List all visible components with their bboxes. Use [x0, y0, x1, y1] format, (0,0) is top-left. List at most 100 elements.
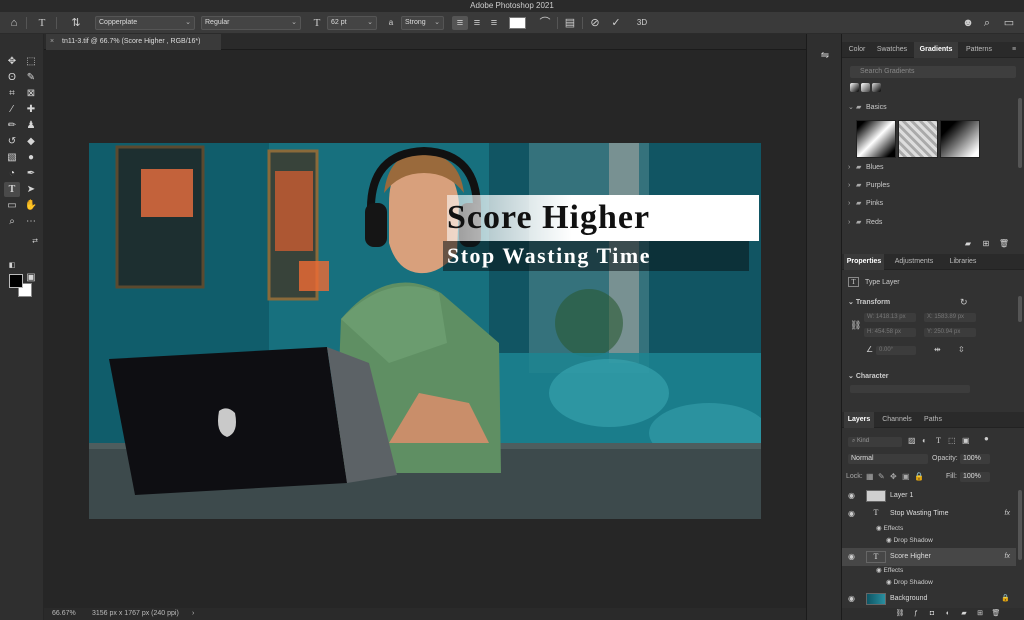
dodge-tool-icon[interactable]: ◔	[4, 166, 20, 181]
layer-row-stop-wasting-time[interactable]: ◉ T Stop Wasting Time fx	[842, 505, 1016, 523]
lasso-tool-icon[interactable]: ʘ	[4, 70, 20, 85]
tab-gradients[interactable]: Gradients	[914, 42, 958, 58]
gradient-swatch[interactable]	[856, 120, 896, 158]
properties-scrollbar[interactable]	[1018, 296, 1022, 322]
quick-select-tool-icon[interactable]: ✎	[23, 70, 39, 85]
brush-tool-icon[interactable]: ✏	[4, 118, 20, 133]
flip-vertical-icon[interactable]: ⇳	[958, 345, 965, 354]
flip-horizontal-icon[interactable]: ⇹	[934, 345, 941, 354]
subline-text[interactable]: Stop Wasting Time	[447, 243, 747, 269]
marquee-tool-icon[interactable]: ⬚	[23, 54, 39, 69]
gradient-swatch[interactable]	[898, 120, 938, 158]
filter-toggle-icon[interactable]: ●	[984, 434, 989, 443]
commit-check-icon[interactable]: ✓	[608, 16, 624, 30]
zoom-tool-icon[interactable]: ⌕	[4, 214, 20, 229]
gradient-preview-icon[interactable]	[850, 83, 859, 92]
delete-layer-icon[interactable]: 🗑	[988, 606, 1004, 620]
effect-drop-shadow[interactable]: ◉ Drop Shadow	[886, 536, 933, 544]
align-right-icon[interactable]: ≡	[486, 16, 502, 30]
pen-tool-icon[interactable]: ✒	[23, 166, 39, 181]
canvas-area[interactable]: Score Higher Stop Wasting Time	[44, 50, 806, 608]
font-family-dropdown[interactable]: Copperplate ⌄	[95, 16, 195, 30]
document-info[interactable]: 3156 px x 1767 px (240 ppi)	[92, 608, 179, 620]
gradient-group-blues[interactable]: › ▰ Blues	[842, 161, 1024, 175]
blend-mode-dropdown[interactable]: Normal	[848, 454, 928, 464]
character-panel-icon[interactable]: ▤	[562, 16, 578, 30]
stamp-tool-icon[interactable]: ♟	[23, 118, 39, 133]
search-icon[interactable]: ⌕	[979, 16, 995, 30]
gradient-preview-icon[interactable]	[861, 83, 870, 92]
blur-tool-icon[interactable]: ●	[23, 150, 39, 165]
lock-transparency-icon[interactable]: ▦	[866, 472, 874, 481]
tab-color[interactable]: Color	[844, 42, 870, 58]
effect-drop-shadow[interactable]: ◉ Drop Shadow	[886, 578, 933, 586]
layer-filter-dropdown[interactable]: ⌕ Kind	[848, 437, 902, 447]
move-tool-icon[interactable]: ✥	[4, 54, 20, 69]
new-layer-icon[interactable]: ⊞	[972, 606, 988, 620]
height-field[interactable]: H: 454.58 px	[864, 328, 916, 337]
new-group-icon[interactable]: ▰	[956, 606, 972, 620]
layer-effects-icon[interactable]: fx	[1005, 505, 1010, 523]
crop-tool-icon[interactable]: ⌗	[4, 86, 20, 101]
lock-artboard-icon[interactable]: ▣	[902, 472, 910, 481]
eyedropper-tool-icon[interactable]: ⁄	[4, 102, 20, 117]
character-font-field[interactable]	[850, 385, 970, 393]
cancel-icon[interactable]: ⊘	[587, 16, 603, 30]
type-tool-icon[interactable]: T	[4, 182, 20, 197]
rectangle-tool-icon[interactable]: ▭	[4, 198, 20, 213]
gradient-group-reds[interactable]: › ▰ Reds	[842, 216, 1024, 230]
filter-pixel-icon[interactable]: ▨	[908, 436, 916, 445]
chevron-right-icon[interactable]: ›	[192, 608, 194, 620]
align-left-icon[interactable]: ≡	[452, 16, 468, 30]
tab-patterns[interactable]: Patterns	[960, 42, 998, 58]
filter-type-icon[interactable]: T	[936, 436, 941, 445]
character-section[interactable]: ⌄ Character	[848, 372, 889, 380]
text-orientation-icon[interactable]: ⇅	[68, 16, 84, 30]
angle-field[interactable]: 0.00°	[876, 346, 916, 355]
fill-field[interactable]: 100%	[960, 472, 990, 482]
visibility-eye-icon[interactable]: ◉	[848, 590, 855, 608]
add-style-icon[interactable]: ƒ	[908, 606, 924, 620]
headline-text[interactable]: Score Higher	[447, 199, 761, 237]
healing-brush-tool-icon[interactable]: ✚	[23, 102, 39, 117]
opacity-field[interactable]: 100%	[960, 454, 990, 464]
layer-effects-icon[interactable]: fx	[1005, 548, 1010, 566]
adjustment-layer-icon[interactable]: ◐	[940, 606, 956, 620]
tab-paths[interactable]: Paths	[920, 412, 946, 428]
trash-icon[interactable]: 🗑	[996, 236, 1012, 251]
screen-mode-icon[interactable]: ▣	[23, 270, 39, 285]
type-tool-preset-icon[interactable]: T	[34, 16, 50, 30]
hand-tool-icon[interactable]: ✋	[23, 198, 39, 213]
font-size-dropdown[interactable]: 62 pt ⌄	[327, 16, 377, 30]
eraser-tool-icon[interactable]: ◆	[23, 134, 39, 149]
document-canvas[interactable]: Score Higher Stop Wasting Time	[89, 143, 761, 519]
tab-adjustments[interactable]: Adjustments	[888, 254, 940, 270]
tab-channels[interactable]: Channels	[878, 412, 916, 428]
width-field[interactable]: W: 1418.13 px	[864, 313, 916, 322]
transform-section[interactable]: ⌄ Transform	[848, 298, 890, 306]
layer-row-score-higher[interactable]: ◉ T Score Higher fx	[842, 548, 1016, 566]
effects-row[interactable]: ◉ Effects	[876, 566, 903, 574]
tab-libraries[interactable]: Libraries	[944, 254, 982, 270]
gradient-preview-icon[interactable]	[872, 83, 881, 92]
filter-adjustment-icon[interactable]: ◐	[922, 436, 927, 445]
add-mask-icon[interactable]: ◘	[924, 606, 940, 620]
home-icon[interactable]: ⌂	[6, 16, 22, 30]
path-select-tool-icon[interactable]: ➤	[23, 182, 39, 197]
font-style-dropdown[interactable]: Regular ⌄	[201, 16, 301, 30]
foreground-color-swatch[interactable]	[9, 274, 23, 288]
new-group-folder-icon[interactable]: ▰	[960, 236, 976, 251]
workspace-icon[interactable]: ▭	[1001, 16, 1017, 30]
gradient-group-purples[interactable]: › ▰ Purples	[842, 179, 1024, 193]
frame-tool-icon[interactable]: ⊠	[23, 86, 39, 101]
x-field[interactable]: X: 1583.89 px	[924, 313, 976, 322]
visibility-eye-icon[interactable]: ◉	[848, 548, 855, 566]
gradient-swatch[interactable]	[940, 120, 980, 158]
search-gradients-input[interactable]: Search Gradients	[850, 66, 1016, 78]
lock-pixels-icon[interactable]: ✎	[878, 472, 885, 481]
3d-button[interactable]: 3D	[632, 16, 652, 30]
gradient-tool-icon[interactable]: ▧	[4, 150, 20, 165]
link-dimensions-icon[interactable]: ⛓	[850, 320, 861, 331]
history-brush-tool-icon[interactable]: ↺	[4, 134, 20, 149]
visibility-eye-icon[interactable]: ◉	[848, 505, 855, 523]
